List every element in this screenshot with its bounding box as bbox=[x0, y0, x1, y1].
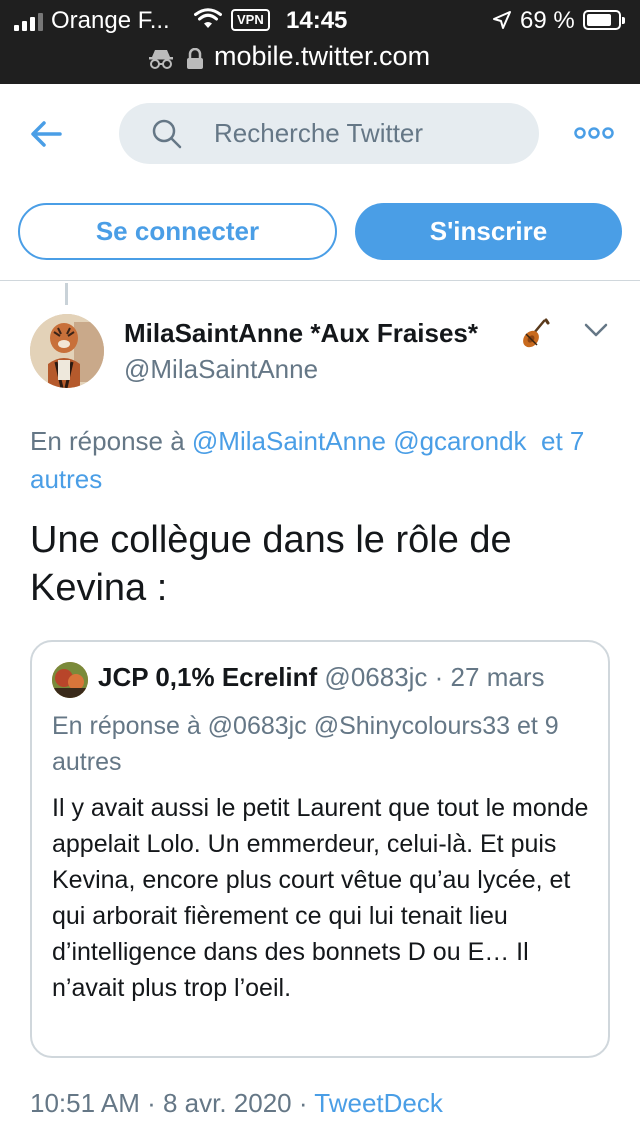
quoted-date: · 27 mars bbox=[434, 662, 545, 692]
clock: 14:45 bbox=[286, 7, 348, 34]
vpn-badge: VPN bbox=[231, 9, 270, 31]
quoted-reply-mention: @Shinycolours33 bbox=[313, 712, 511, 740]
author-name[interactable]: MilaSaintAnne *Aux Fraises* bbox=[124, 318, 478, 349]
incognito-icon bbox=[149, 50, 173, 69]
battery-percent: 69 % bbox=[520, 7, 575, 34]
search-icon bbox=[152, 119, 182, 149]
more-button[interactable] bbox=[572, 121, 616, 145]
lock-icon bbox=[187, 48, 203, 69]
quoted-author-handle: @0683jc bbox=[324, 662, 428, 692]
avatar-image bbox=[30, 314, 104, 388]
header-divider bbox=[0, 280, 640, 281]
status-bar: Orange F... VPN 14:45 69 % bbox=[0, 0, 640, 40]
reply-mention-link[interactable]: @gcarondk bbox=[393, 426, 526, 456]
carrier: Orange F... bbox=[14, 7, 170, 35]
quoted-avatar bbox=[52, 662, 88, 698]
search-input[interactable]: Recherche Twitter bbox=[119, 103, 539, 164]
carrier-name: Orange F... bbox=[51, 7, 170, 34]
search-placeholder: Recherche Twitter bbox=[214, 118, 424, 148]
reply-prefix: En réponse à bbox=[30, 426, 185, 456]
thread-connector bbox=[65, 283, 68, 305]
reply-mention-link[interactable]: @MilaSaintAnne bbox=[192, 426, 386, 456]
avatar[interactable] bbox=[30, 314, 104, 388]
tweet-source-link[interactable]: TweetDeck bbox=[314, 1088, 443, 1118]
arrow-left-icon bbox=[31, 121, 62, 147]
quoted-reply-context: En réponse à @0683jc @Shinycolours33 et … bbox=[52, 708, 592, 780]
quoted-reply-prefix: En réponse à bbox=[52, 712, 201, 740]
quoted-tweet[interactable]: JCP 0,1% Ecrelinf @0683jc · 27 mars En r… bbox=[30, 640, 610, 1058]
more-dots-icon bbox=[574, 127, 614, 139]
chevron-down-icon[interactable] bbox=[582, 318, 610, 342]
tweet-meta: 10:51 AM · 8 avr. 2020 · TweetDeck bbox=[30, 1088, 443, 1119]
reply-context: En réponse à @MilaSaintAnne @gcarondk et… bbox=[30, 422, 620, 498]
url-bar[interactable]: mobile.twitter.com bbox=[0, 40, 640, 84]
battery-icon bbox=[583, 10, 625, 30]
violin-icon bbox=[523, 318, 550, 348]
author-handle[interactable]: @MilaSaintAnne bbox=[124, 354, 318, 385]
quoted-header: JCP 0,1% Ecrelinf @0683jc · 27 mars bbox=[98, 662, 544, 693]
quoted-avatar-image bbox=[52, 662, 88, 698]
signup-button[interactable]: S'inscrire bbox=[355, 203, 622, 260]
login-button[interactable]: Se connecter bbox=[18, 203, 337, 260]
browser-chrome: Orange F... VPN 14:45 69 % mobile.twitte… bbox=[0, 0, 640, 84]
tweet-text: Une collègue dans le rôle de Kevina : bbox=[30, 519, 512, 609]
quoted-reply-mention: @0683jc bbox=[207, 712, 307, 740]
quoted-author-name: JCP 0,1% Ecrelinf bbox=[98, 662, 318, 692]
url-text: mobile.twitter.com bbox=[214, 41, 431, 71]
tweet-timestamp[interactable]: 10:51 AM · 8 avr. 2020 · bbox=[30, 1088, 308, 1118]
wifi-icon bbox=[194, 8, 222, 28]
quoted-tweet-text: Il y avait aussi le petit Laurent que to… bbox=[52, 794, 589, 1002]
location-arrow-icon bbox=[493, 11, 511, 29]
back-button[interactable] bbox=[26, 114, 66, 154]
signal-icon bbox=[14, 11, 43, 31]
